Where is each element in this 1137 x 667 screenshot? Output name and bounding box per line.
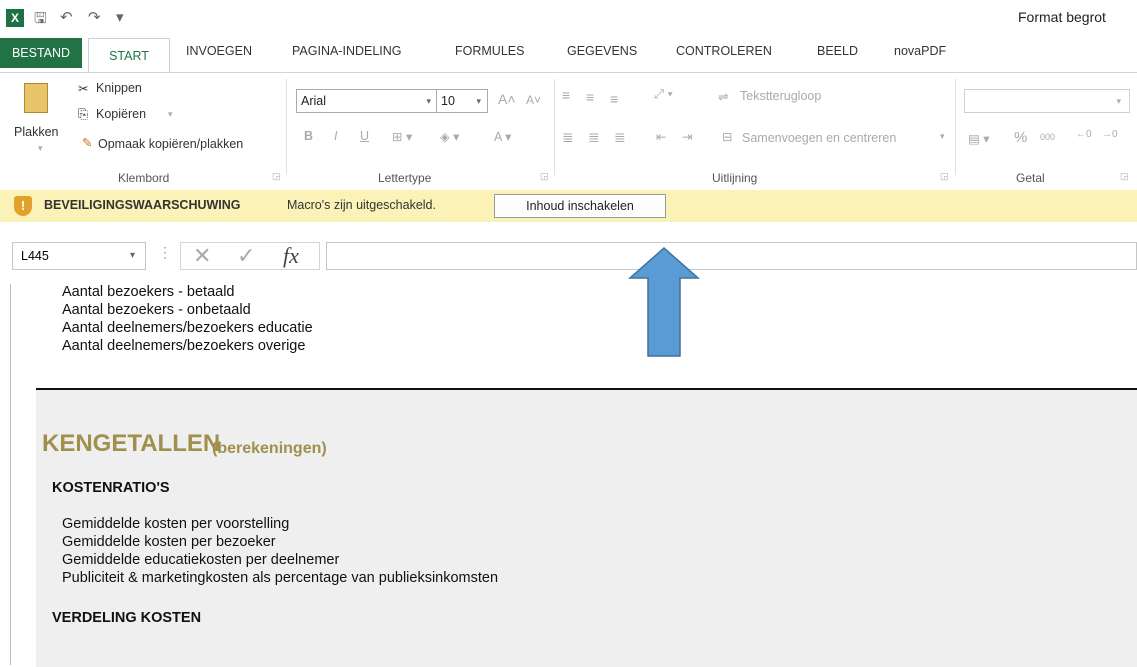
formula-buttons: ✕ ✓ fx	[180, 242, 320, 270]
undo-icon[interactable]: ↶	[60, 8, 73, 26]
shrink-font-icon[interactable]: A˅	[526, 93, 541, 107]
align-bottom-icon[interactable]: ≡	[610, 91, 618, 107]
copy-button[interactable]: Kopiëren	[96, 107, 146, 121]
decrease-decimal-icon[interactable]: →0	[1102, 129, 1118, 140]
paste-icon[interactable]	[24, 83, 48, 113]
worksheet[interactable]: Aantal bezoekers - betaald Aantal bezoek…	[0, 284, 1137, 667]
merge-center-button[interactable]: Samenvoegen en centreren	[742, 131, 896, 145]
group-label-lettertype: Lettertype	[378, 171, 432, 185]
cell-text[interactable]: Gemiddelde kosten per voorstelling	[62, 516, 289, 532]
cut-button[interactable]: Knippen	[96, 81, 142, 95]
paste-button[interactable]: Plakken	[14, 125, 58, 139]
cut-icon[interactable]: ✂	[78, 81, 88, 96]
format-painter-button[interactable]: Opmaak kopiëren/plakken	[98, 137, 243, 151]
number-format-select[interactable]: ▾	[964, 89, 1130, 113]
group-label-uitlijning: Uitlijning	[712, 171, 758, 185]
name-box-dropdown-icon[interactable]: ▾	[130, 243, 135, 269]
merge-center-icon[interactable]: ⊟	[722, 129, 732, 144]
sheet-left-border	[10, 284, 11, 665]
font-name-select[interactable]: Arial ▾	[296, 89, 438, 113]
cell-text[interactable]: Aantal deelnemers/bezoekers educatie	[62, 320, 313, 336]
ribbon-tabs: BESTAND START INVOEGEN PAGINA-INDELING F…	[0, 36, 1137, 73]
percent-button[interactable]: %	[1014, 129, 1027, 146]
alignment-launcher-icon[interactable]: ◲	[940, 171, 949, 182]
thousands-button[interactable]: 000	[1040, 132, 1055, 142]
cell-text[interactable]: Gemiddelde educatiekosten per deelnemer	[62, 552, 339, 568]
tab-start[interactable]: START	[88, 38, 170, 73]
tab-bestand[interactable]: BESTAND	[0, 38, 82, 68]
bold-button[interactable]: B	[304, 129, 313, 143]
section-kostenratios[interactable]: KOSTENRATIO'S	[52, 480, 170, 496]
tab-controleren[interactable]: CONTROLEREN	[676, 44, 772, 58]
cell-text[interactable]: Gemiddelde kosten per bezoeker	[62, 534, 276, 550]
cancel-icon[interactable]: ✕	[193, 243, 211, 269]
cell-text[interactable]: Aantal bezoekers - betaald	[62, 284, 235, 300]
group-label-getal: Getal	[1016, 171, 1045, 185]
clipboard-launcher-icon[interactable]: ◲	[272, 171, 281, 182]
decrease-indent-icon[interactable]: ⇤	[656, 129, 666, 144]
copy-icon[interactable]: ⎘	[78, 107, 88, 122]
align-center-icon[interactable]: ≣	[588, 129, 600, 146]
wrap-text-button[interactable]: Tekstterugloop	[740, 89, 821, 103]
paste-dropdown-icon[interactable]: ▾	[38, 143, 43, 154]
merge-dropdown-icon[interactable]: ▾	[940, 131, 945, 142]
increase-decimal-icon[interactable]: ←0	[1076, 129, 1092, 140]
group-label-klembord: Klembord	[118, 171, 170, 185]
format-painter-icon[interactable]: ✎	[82, 135, 92, 150]
tab-pagina-indeling[interactable]: PAGINA-INDELING	[292, 44, 402, 58]
formula-bar-grip: ⋮	[158, 244, 172, 260]
align-right-icon[interactable]: ≣	[614, 129, 626, 146]
italic-button[interactable]: I	[334, 129, 337, 143]
borders-icon[interactable]: ⊞ ▾	[392, 129, 412, 144]
formula-bar: L445 ▾ ⋮ ✕ ✓ fx	[0, 222, 1137, 285]
number-launcher-icon[interactable]: ◲	[1120, 171, 1129, 182]
font-color-icon[interactable]: A ▾	[494, 129, 511, 144]
insert-function-button[interactable]: fx	[283, 243, 299, 269]
heading-berekeningen[interactable]: (berekeningen)	[212, 440, 327, 458]
orientation-icon[interactable]: ⤢ ▾	[654, 87, 673, 102]
increase-indent-icon[interactable]: ⇥	[682, 129, 692, 144]
cell-text[interactable]: Aantal deelnemers/bezoekers overige	[62, 338, 305, 354]
excel-app-icon: X	[6, 9, 24, 27]
accounting-format-icon[interactable]: ▤ ▾	[968, 131, 990, 146]
annotation-arrow-icon	[628, 246, 700, 357]
tab-formules[interactable]: FORMULES	[455, 44, 524, 58]
heading-kengetallen[interactable]: KENGETALLEN	[42, 430, 220, 458]
save-icon[interactable]: 🖫	[34, 8, 47, 33]
font-size-select[interactable]: 10 ▾	[436, 89, 488, 113]
copy-dropdown-icon[interactable]: ▾	[168, 109, 173, 120]
section-verdeling-kosten[interactable]: VERDELING KOSTEN	[52, 610, 201, 626]
enter-icon[interactable]: ✓	[237, 243, 255, 269]
grow-font-icon[interactable]: A˄	[498, 91, 516, 107]
tab-beeld[interactable]: BEELD	[817, 44, 858, 58]
security-warning-label: BEVEILIGINGSWAARSCHUWING	[44, 198, 241, 212]
font-launcher-icon[interactable]: ◲	[540, 171, 549, 182]
quick-access-dropdown-icon[interactable]: ▾	[116, 8, 124, 26]
tab-novapdf[interactable]: novaPDF	[894, 44, 946, 58]
tab-gegevens[interactable]: GEGEVENS	[567, 44, 637, 58]
align-top-icon[interactable]: ≡	[562, 87, 570, 103]
enable-content-button[interactable]: Inhoud inschakelen	[494, 194, 666, 218]
security-warning-message: Macro's zijn uitgeschakeld.	[287, 198, 436, 212]
ribbon: Plakken ▾ ✂ Knippen ⎘ Kopiëren ▾ ✎ Opmaa…	[0, 72, 1137, 192]
formula-input[interactable]	[326, 242, 1137, 270]
security-warning-bar: ! BEVEILIGINGSWAARSCHUWING Macro's zijn …	[0, 190, 1137, 223]
shield-icon: !	[14, 196, 32, 216]
wrap-text-icon[interactable]: ⇌	[718, 89, 728, 104]
window-title: Format begrot	[1018, 9, 1106, 25]
kengetallen-section: KENGETALLEN (berekeningen) KOSTENRATIO'S…	[36, 388, 1137, 667]
cell-text[interactable]: Aantal bezoekers - onbetaald	[62, 302, 251, 318]
underline-button[interactable]: U	[360, 129, 369, 143]
redo-icon[interactable]: ↷	[88, 8, 101, 26]
align-middle-icon[interactable]: ≡	[586, 89, 594, 105]
title-bar: X 🖫 ↶ ↷ ▾ Format begrot	[0, 0, 1137, 36]
cell-text[interactable]: Publiciteit & marketingkosten als percen…	[62, 570, 498, 586]
name-box[interactable]: L445 ▾	[12, 242, 146, 270]
fill-color-icon[interactable]: ◈ ▾	[440, 129, 459, 144]
tab-invoegen[interactable]: INVOEGEN	[186, 44, 252, 58]
align-left-icon[interactable]: ≣	[562, 129, 574, 146]
